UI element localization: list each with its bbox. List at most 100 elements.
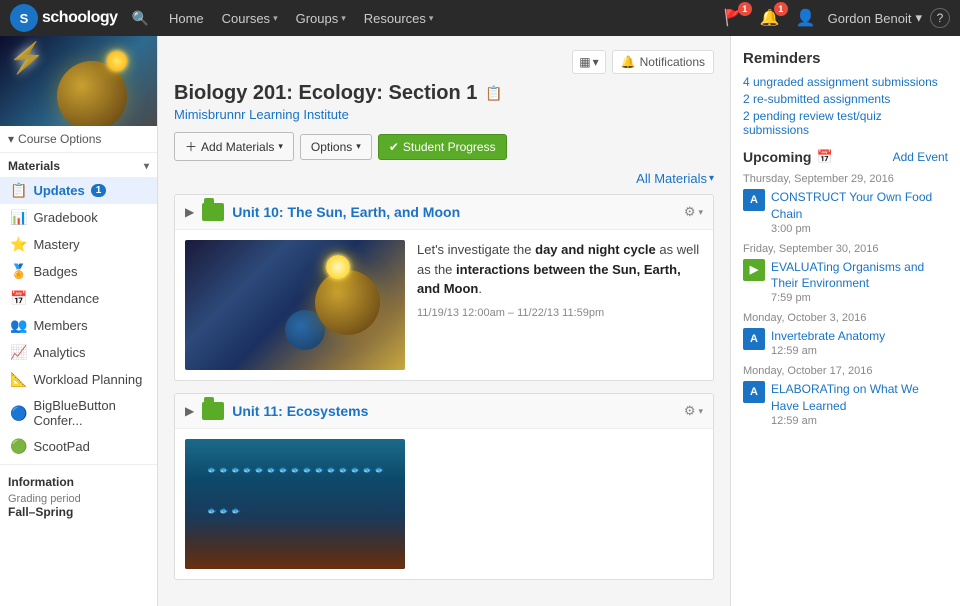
event-title-2[interactable]: EVALUATing Organisms and Their Environme… bbox=[771, 259, 948, 293]
flag-badge: 1 bbox=[738, 2, 752, 16]
sidebar-item-attendance[interactable]: 📅 Attendance bbox=[0, 285, 157, 312]
all-materials-row: All Materials ▾ bbox=[174, 171, 714, 186]
unit-11-title[interactable]: Unit 11: Ecosystems bbox=[232, 403, 676, 419]
fish-swarm: 🐟🐟🐟 🐟🐟🐟 🐟🐟🐟 🐟🐟🐟 🐟🐟🐟 🐟🐟🐟 bbox=[207, 465, 387, 545]
options-btn[interactable]: Options ▾ bbox=[300, 134, 372, 160]
event-item-3[interactable]: A Invertebrate Anatomy 12:59 am bbox=[743, 328, 948, 357]
sidebar-item-mastery[interactable]: ⭐ Mastery bbox=[0, 231, 157, 258]
help-btn[interactable]: ? bbox=[930, 8, 950, 28]
sidebar-item-members[interactable]: 👥 Members bbox=[0, 312, 157, 339]
add-materials-btn[interactable]: ＋ Add Materials ▾ bbox=[174, 132, 294, 161]
logo-icon: S bbox=[10, 4, 38, 32]
expand-icon[interactable]: ▶ bbox=[185, 205, 194, 219]
main-content: ▦ ▾ 🔔 Notifications Biology 201: Ecology… bbox=[158, 36, 730, 606]
user-avatar-btn[interactable]: 👤 bbox=[792, 4, 820, 32]
page-title: Biology 201: Ecology: Section 1 bbox=[174, 82, 477, 105]
page-title-row: Biology 201: Ecology: Section 1 📋 bbox=[174, 82, 714, 105]
sidebar-section-materials: Materials ▾ bbox=[0, 153, 157, 177]
logo[interactable]: S schoology bbox=[10, 4, 118, 32]
chevron-down-icon: ▾ bbox=[698, 406, 703, 417]
sidebar-item-workload[interactable]: 📐 Workload Planning bbox=[0, 366, 157, 393]
unit-card-10: ▶ Unit 10: The Sun, Earth, and Moon ⚙ ▾ … bbox=[174, 194, 714, 381]
sidebar-item-analytics[interactable]: 📈 Analytics bbox=[0, 339, 157, 366]
nav-resources[interactable]: Resources ▾ bbox=[356, 7, 442, 30]
nav-courses[interactable]: Courses ▾ bbox=[214, 7, 286, 30]
date-header-4: Monday, October 17, 2016 bbox=[743, 365, 948, 377]
nav-groups[interactable]: Groups ▾ bbox=[288, 7, 354, 30]
sidebar-item-scootpad[interactable]: 🟢 ScootPad bbox=[0, 433, 157, 460]
date-header-1: Thursday, September 29, 2016 bbox=[743, 173, 948, 185]
event-item-2[interactable]: ▶ EVALUATing Organisms and Their Environ… bbox=[743, 259, 948, 305]
upcoming-header: Upcoming 📅 Add Event bbox=[743, 149, 948, 165]
event-time-3: 12:59 am bbox=[771, 345, 948, 357]
chevron-down-icon: ▾ bbox=[8, 132, 14, 146]
event-info-2: EVALUATing Organisms and Their Environme… bbox=[771, 259, 948, 305]
edit-icon[interactable]: 📋 bbox=[485, 85, 502, 102]
assignment-icon-3: A bbox=[743, 328, 765, 350]
search-icon[interactable]: 🔍 bbox=[132, 10, 149, 27]
sidebar-item-updates[interactable]: 📋 Updates 1 bbox=[0, 177, 157, 204]
sidebar-item-badges[interactable]: 🏅 Badges bbox=[0, 258, 157, 285]
nav-home[interactable]: Home bbox=[161, 7, 212, 30]
bigbluebutton-icon: 🔵 bbox=[10, 405, 27, 422]
chevron-down-icon: ▾ bbox=[593, 55, 599, 69]
notifications-btn[interactable]: 🔔 Notifications bbox=[612, 50, 714, 74]
event-info-4: ELABORATing on What We Have Learned 12:5… bbox=[771, 381, 948, 427]
expand-icon[interactable]: ▶ bbox=[185, 404, 194, 418]
unit-11-image-graphic: 🐟🐟🐟 🐟🐟🐟 🐟🐟🐟 🐟🐟🐟 🐟🐟🐟 🐟🐟🐟 bbox=[185, 439, 405, 569]
reminder-pending-review[interactable]: 2 pending review test/quiz submissions bbox=[743, 109, 948, 137]
toolbar: ＋ Add Materials ▾ Options ▾ ✔ Student Pr… bbox=[174, 132, 714, 161]
event-title-4[interactable]: ELABORATing on What We Have Learned bbox=[771, 381, 948, 415]
media-icon-2: ▶ bbox=[743, 259, 765, 281]
event-time-2: 7:59 pm bbox=[771, 292, 948, 304]
unit-10-title[interactable]: Unit 10: The Sun, Earth, and Moon bbox=[232, 204, 676, 220]
event-item-1[interactable]: A CONSTRUCT Your Own Food Chain 3:00 pm bbox=[743, 189, 948, 235]
right-sidebar: Reminders 4 ungraded assignment submissi… bbox=[730, 36, 960, 606]
left-sidebar: ⚡ ▾ Course Options Materials ▾ 📋 Updates… bbox=[0, 36, 158, 606]
checkmark-icon: ✔ bbox=[389, 140, 399, 154]
chevron-down-icon: ▾ bbox=[709, 173, 714, 184]
scootpad-icon: 🟢 bbox=[10, 438, 27, 455]
add-event-link[interactable]: Add Event bbox=[893, 150, 948, 164]
workload-icon: 📐 bbox=[10, 371, 27, 388]
chevron-down-icon: ▾ bbox=[144, 161, 149, 172]
updates-badge: 1 bbox=[91, 184, 107, 197]
top-action-buttons: ▦ ▾ 🔔 Notifications bbox=[174, 50, 714, 74]
plus-icon: ＋ bbox=[185, 138, 197, 155]
unit-11-header[interactable]: ▶ Unit 11: Ecosystems ⚙ ▾ bbox=[175, 394, 713, 429]
unit-10-header[interactable]: ▶ Unit 10: The Sun, Earth, and Moon ⚙ ▾ bbox=[175, 195, 713, 230]
upcoming-title: Upcoming 📅 bbox=[743, 149, 833, 165]
event-item-4[interactable]: A ELABORATing on What We Have Learned 12… bbox=[743, 381, 948, 427]
page-header: Biology 201: Ecology: Section 1 📋 Mimisb… bbox=[174, 82, 714, 122]
unit-card-11: ▶ Unit 11: Ecosystems ⚙ ▾ 🐟🐟🐟 bbox=[174, 393, 714, 580]
reminders-title: Reminders bbox=[743, 50, 948, 67]
reminder-ungraded[interactable]: 4 ungraded assignment submissions bbox=[743, 75, 948, 89]
event-title-3[interactable]: Invertebrate Anatomy bbox=[771, 328, 948, 345]
chevron-down-icon: ▾ bbox=[278, 141, 283, 152]
top-navigation: S schoology 🔍 Home Courses ▾ Groups ▾ Re… bbox=[0, 0, 960, 36]
all-materials-link[interactable]: All Materials ▾ bbox=[636, 171, 714, 186]
event-time-4: 12:59 am bbox=[771, 415, 948, 427]
chevron-down-icon: ▾ bbox=[698, 207, 703, 218]
unit-10-image bbox=[185, 240, 405, 370]
student-progress-btn[interactable]: ✔ Student Progress bbox=[378, 134, 507, 160]
unit-settings-btn[interactable]: ⚙ ▾ bbox=[684, 403, 703, 419]
sidebar-item-gradebook[interactable]: 📊 Gradebook bbox=[0, 204, 157, 231]
course-options-toggle[interactable]: ▾ Course Options bbox=[0, 126, 157, 153]
reminder-resubmitted[interactable]: 2 re-submitted assignments bbox=[743, 92, 948, 106]
bell-notification-btn[interactable]: 🔔 1 bbox=[756, 4, 784, 32]
flag-notification-btn[interactable]: 🚩 1 bbox=[720, 4, 748, 32]
course-institution[interactable]: Mimisbrunnr Learning Institute bbox=[174, 107, 714, 122]
view-selector-btn[interactable]: ▦ ▾ bbox=[572, 50, 605, 74]
chevron-down-icon: ▾ bbox=[356, 141, 361, 152]
sidebar-item-bigbluebutton[interactable]: 🔵 BigBlueButton Confer... bbox=[0, 393, 157, 433]
mastery-icon: ⭐ bbox=[10, 236, 27, 253]
event-title-1[interactable]: CONSTRUCT Your Own Food Chain bbox=[771, 189, 948, 223]
chevron-down-icon: ▾ bbox=[915, 10, 922, 26]
chevron-down-icon: ▾ bbox=[341, 13, 346, 24]
user-name-btn[interactable]: Gordon Benoit ▾ bbox=[828, 10, 922, 26]
calendar-icon: 📅 bbox=[816, 149, 832, 165]
gradebook-icon: 📊 bbox=[10, 209, 27, 226]
unit-settings-btn[interactable]: ⚙ ▾ bbox=[684, 204, 703, 220]
hero-background: ⚡ bbox=[0, 36, 157, 126]
